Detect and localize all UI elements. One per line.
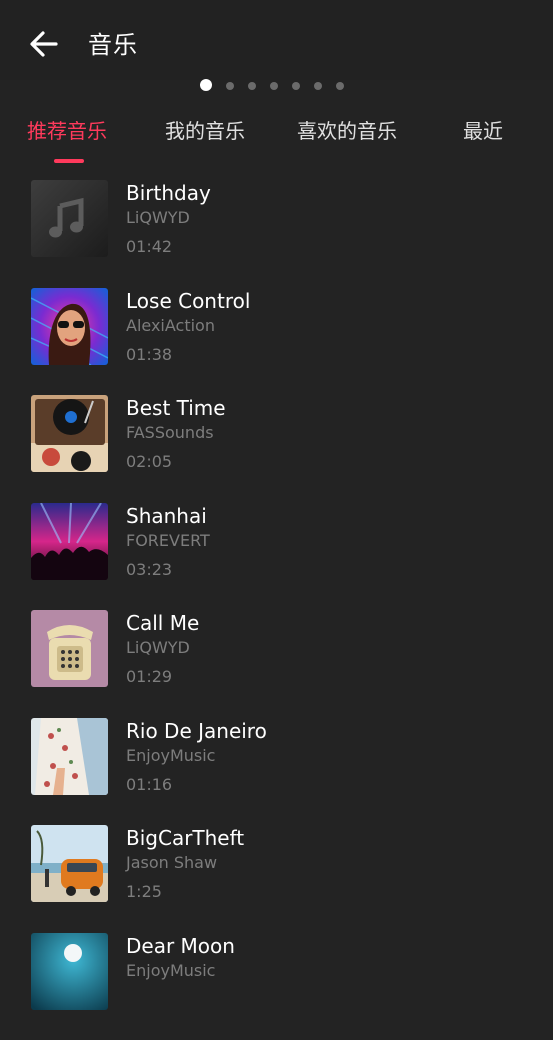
song-duration: 01:29: [126, 667, 172, 686]
song-artist: EnjoyMusic: [126, 746, 215, 765]
page-title: 音乐: [88, 25, 138, 60]
floral-dress-image: [31, 718, 108, 795]
app-bar: 音乐: [0, 0, 553, 80]
active-tab-indicator: [54, 159, 84, 163]
album-cover: [31, 180, 108, 257]
list-item[interactable]: Call Me LiQWYD 01:29: [0, 610, 553, 718]
woman-sunglasses-image: [31, 288, 108, 365]
song-title: Lose Control: [126, 289, 250, 313]
album-cover: [31, 288, 108, 365]
song-artist: Jason Shaw: [126, 853, 217, 872]
song-title: Dear Moon: [126, 934, 235, 958]
moon-ocean-image: [31, 933, 108, 1010]
song-artist: LiQWYD: [126, 638, 190, 657]
song-title: Call Me: [126, 611, 199, 635]
album-cover: [31, 933, 108, 1010]
album-cover: [31, 503, 108, 580]
song-title: Shanhai: [126, 504, 207, 528]
song-artist: FOREVERT: [126, 531, 210, 550]
list-item[interactable]: Rio De Janeiro EnjoyMusic 01:16: [0, 718, 553, 826]
song-title: Best Time: [126, 396, 226, 420]
song-duration: 01:16: [126, 775, 172, 794]
song-duration: 01:38: [126, 345, 172, 364]
list-item[interactable]: BigCarTheft Jason Shaw 1:25: [0, 825, 553, 933]
page-dot-2[interactable]: [226, 82, 234, 90]
page-indicator: [200, 81, 344, 91]
song-artist: LiQWYD: [126, 208, 190, 227]
page-dot-4[interactable]: [270, 82, 278, 90]
list-item[interactable]: Birthday LiQWYD 01:42: [0, 180, 553, 288]
song-duration: 03:23: [126, 560, 172, 579]
record-player-image: [31, 395, 108, 472]
album-cover: [31, 395, 108, 472]
orange-van-image: [31, 825, 108, 902]
song-duration: 01:42: [126, 237, 172, 256]
list-item[interactable]: Lose Control AlexiAction 01:38: [0, 288, 553, 396]
song-title: Birthday: [126, 181, 211, 205]
list-item[interactable]: Shanhai FOREVERT 03:23: [0, 503, 553, 611]
song-list: Birthday LiQWYD 01:42 Lose Control Alexi…: [0, 180, 553, 1040]
tab-liked-music[interactable]: 喜欢的音乐: [297, 115, 397, 144]
tab-recent[interactable]: 最近: [463, 115, 503, 144]
list-item[interactable]: Best Time FASSounds 02:05: [0, 395, 553, 503]
song-artist: FASSounds: [126, 423, 214, 442]
page-dot-7[interactable]: [336, 82, 344, 90]
concert-crowd-image: [31, 503, 108, 580]
back-arrow-icon[interactable]: [26, 26, 62, 62]
page-dot-5[interactable]: [292, 82, 300, 90]
list-item[interactable]: Dear Moon EnjoyMusic: [0, 933, 553, 1040]
song-title: Rio De Janeiro: [126, 719, 267, 743]
music-note-icon: [31, 180, 108, 257]
page-dot-6[interactable]: [314, 82, 322, 90]
tab-recommended[interactable]: 推荐音乐: [27, 115, 107, 144]
retro-telephone-image: [31, 610, 108, 687]
song-duration: 02:05: [126, 452, 172, 471]
page-dot-3[interactable]: [248, 82, 256, 90]
tab-bar: 推荐音乐 我的音乐 喜欢的音乐 最近: [0, 110, 553, 170]
song-artist: EnjoyMusic: [126, 961, 215, 980]
song-artist: AlexiAction: [126, 316, 215, 335]
song-title: BigCarTheft: [126, 826, 244, 850]
song-duration: 1:25: [126, 882, 162, 901]
album-cover: [31, 825, 108, 902]
page-dot-1[interactable]: [200, 79, 212, 91]
album-cover: [31, 610, 108, 687]
tab-my-music[interactable]: 我的音乐: [165, 115, 245, 144]
album-cover: [31, 718, 108, 795]
